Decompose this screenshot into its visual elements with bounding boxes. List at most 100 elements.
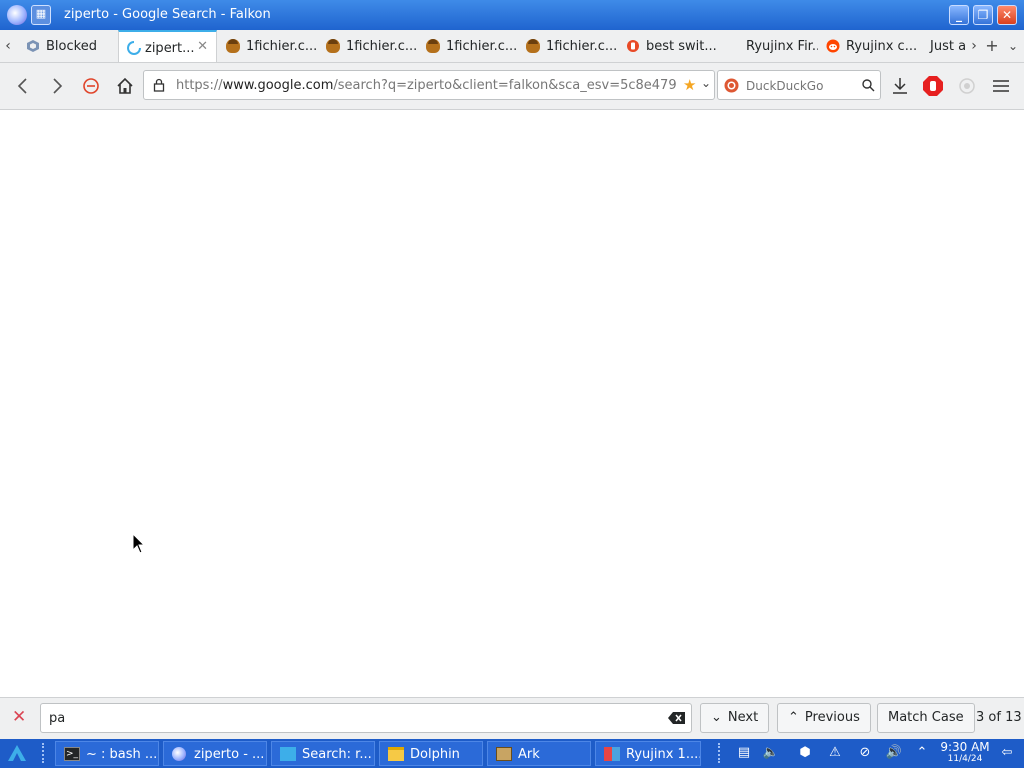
- back-button[interactable]: [10, 73, 36, 99]
- search-engine-box[interactable]: [717, 70, 881, 100]
- new-tab-button[interactable]: +: [982, 33, 1002, 59]
- terminal-icon: >_: [64, 747, 80, 761]
- tab-label: 1fichier.c...: [346, 39, 418, 54]
- tab-scroll-left-icon[interactable]: ‹: [0, 33, 16, 59]
- archive-icon: [496, 747, 512, 761]
- lock-icon[interactable]: [152, 78, 166, 92]
- stop-button[interactable]: [78, 73, 104, 99]
- address-bar[interactable]: https://www.google.com/search?q=ziperto&…: [143, 70, 715, 100]
- find-result-count: 3 of 13: [976, 710, 1022, 725]
- clipboard-icon[interactable]: ▤: [735, 744, 753, 762]
- find-bar: ✕ pa ⌄ Next ⌃ Previous Match Case 3 of 13: [0, 697, 1024, 740]
- bookmark-star-icon[interactable]: ★: [683, 76, 696, 94]
- tab-label: 1fichier.c...: [246, 39, 318, 54]
- tab-bar: ‹ Blocked zipert... ✕ 1fichier.c... 1fic…: [0, 30, 1024, 63]
- url-dropdown-chevron-icon[interactable]: ⌄: [701, 76, 711, 90]
- system-taskbar: >_ ~ : bash ... ziperto - ... Search: r.…: [0, 739, 1024, 768]
- reddit-icon: [826, 39, 840, 53]
- tab-label: best swit...: [646, 39, 717, 54]
- stop-icon: [83, 78, 99, 94]
- task-dolphin[interactable]: Dolphin: [379, 741, 483, 766]
- tab-just-a[interactable]: Just a: [918, 30, 968, 62]
- task-search-mail[interactable]: Search: r...: [271, 741, 375, 766]
- clock-time: 9:30 AM: [940, 740, 990, 754]
- close-window-button[interactable]: ✕: [997, 5, 1017, 25]
- forward-arrow-icon: [53, 78, 63, 94]
- previous-arrow-icon: ⌃: [788, 710, 799, 725]
- task-falkon[interactable]: ziperto - ...: [163, 741, 267, 766]
- match-case-button[interactable]: Match Case: [877, 703, 975, 733]
- start-menu-icon[interactable]: [7, 744, 27, 762]
- tab-label: Blocked: [46, 39, 97, 54]
- tab-ziperto[interactable]: zipert... ✕: [118, 30, 217, 62]
- ryujinx-icon: [604, 747, 620, 761]
- mail-icon: [280, 747, 296, 761]
- downloads-button[interactable]: [887, 73, 913, 99]
- search-icon[interactable]: [861, 78, 875, 92]
- tab-1fichier-4[interactable]: 1fichier.c...: [518, 30, 618, 62]
- main-menu-button[interactable]: [988, 73, 1014, 99]
- tab-label: Ryujinx Fir...: [746, 39, 818, 54]
- close-tab-icon[interactable]: ✕: [197, 39, 208, 54]
- tab-1fichier-1[interactable]: 1fichier.c...: [218, 30, 318, 62]
- tab-label: Just a: [930, 39, 967, 54]
- task-bash[interactable]: >_ ~ : bash ...: [55, 741, 159, 766]
- task-ark[interactable]: Ark: [487, 741, 591, 766]
- tab-scroll-right-icon[interactable]: ›: [966, 33, 982, 59]
- find-query[interactable]: pa: [49, 711, 65, 726]
- window-titlebar: ▦ ziperto - Google Search - Falkon _ ❐ ✕: [0, 0, 1024, 30]
- navigation-toolbar: https://www.google.com/search?q=ziperto&…: [0, 63, 1024, 110]
- maximize-button[interactable]: ❐: [973, 5, 993, 25]
- home-button[interactable]: [112, 73, 138, 99]
- tab-label: Ryujinx c...: [846, 39, 918, 54]
- tab-best-switch[interactable]: best swit...: [618, 30, 718, 62]
- tab-list-chevron-icon[interactable]: ⌄: [1004, 33, 1022, 59]
- clear-input-icon[interactable]: [668, 711, 686, 725]
- adblock-button[interactable]: [920, 73, 946, 99]
- url-text[interactable]: https://www.google.com/search?q=ziperto&…: [176, 78, 676, 93]
- extension-button[interactable]: [954, 73, 980, 99]
- web-page-content[interactable]: [0, 110, 1024, 697]
- falkon-app-icon[interactable]: [7, 5, 27, 25]
- acorn-icon: [326, 39, 340, 53]
- search-engine-input[interactable]: [744, 75, 858, 97]
- clock-date: 11/4/24: [947, 754, 983, 764]
- tab-1fichier-3[interactable]: 1fichier.c...: [418, 30, 518, 62]
- find-previous-button[interactable]: ⌃ Previous: [777, 703, 871, 733]
- find-next-button[interactable]: ⌄ Next: [700, 703, 770, 733]
- acorn-icon: [226, 39, 240, 53]
- network-shield-icon[interactable]: ⬢: [796, 744, 814, 762]
- extension-icon: [959, 78, 975, 94]
- clock[interactable]: 9:30 AM 11/4/24: [938, 740, 992, 765]
- do-not-disturb-icon[interactable]: ⊘: [856, 744, 874, 762]
- tab-label: 1fichier.c...: [546, 39, 618, 54]
- find-input[interactable]: pa: [40, 703, 692, 733]
- grid-menu-icon[interactable]: ▦: [31, 5, 51, 25]
- taskbar-separator: [718, 743, 723, 763]
- close-find-bar-icon[interactable]: ✕: [12, 707, 26, 727]
- duckduckgo-icon[interactable]: [724, 78, 739, 93]
- tab-label: 1fichier.c...: [446, 39, 518, 54]
- falkon-icon: [172, 747, 186, 761]
- forward-button[interactable]: [44, 73, 70, 99]
- task-ryujinx[interactable]: Ryujinx 1....: [595, 741, 701, 766]
- minimize-button[interactable]: _: [949, 5, 969, 25]
- taskbar-separator: [42, 743, 47, 763]
- window-title: ziperto - Google Search - Falkon: [64, 7, 271, 22]
- home-icon: [117, 77, 133, 94]
- tab-blocked[interactable]: Blocked: [18, 30, 118, 62]
- tab-ryujinx-reddit[interactable]: Ryujinx c...: [818, 30, 918, 62]
- brave-icon: [627, 40, 639, 52]
- back-arrow-icon: [17, 78, 27, 94]
- speaker-icon[interactable]: 🔊: [885, 744, 903, 762]
- show-desktop-icon[interactable]: ⇦: [998, 744, 1016, 762]
- acorn-icon: [426, 39, 440, 53]
- expand-tray-chevron-icon[interactable]: ⌃: [913, 744, 931, 762]
- acorn-icon: [526, 39, 540, 53]
- next-arrow-icon: ⌄: [711, 710, 722, 725]
- volume-mixer-icon[interactable]: 🔈: [762, 744, 780, 762]
- hamburger-menu-icon: [993, 80, 1009, 92]
- tab-1fichier-2[interactable]: 1fichier.c...: [318, 30, 418, 62]
- tab-ryujinx-firmware[interactable]: Ryujinx Fir...: [718, 30, 818, 62]
- updates-icon[interactable]: ⚠: [826, 744, 844, 762]
